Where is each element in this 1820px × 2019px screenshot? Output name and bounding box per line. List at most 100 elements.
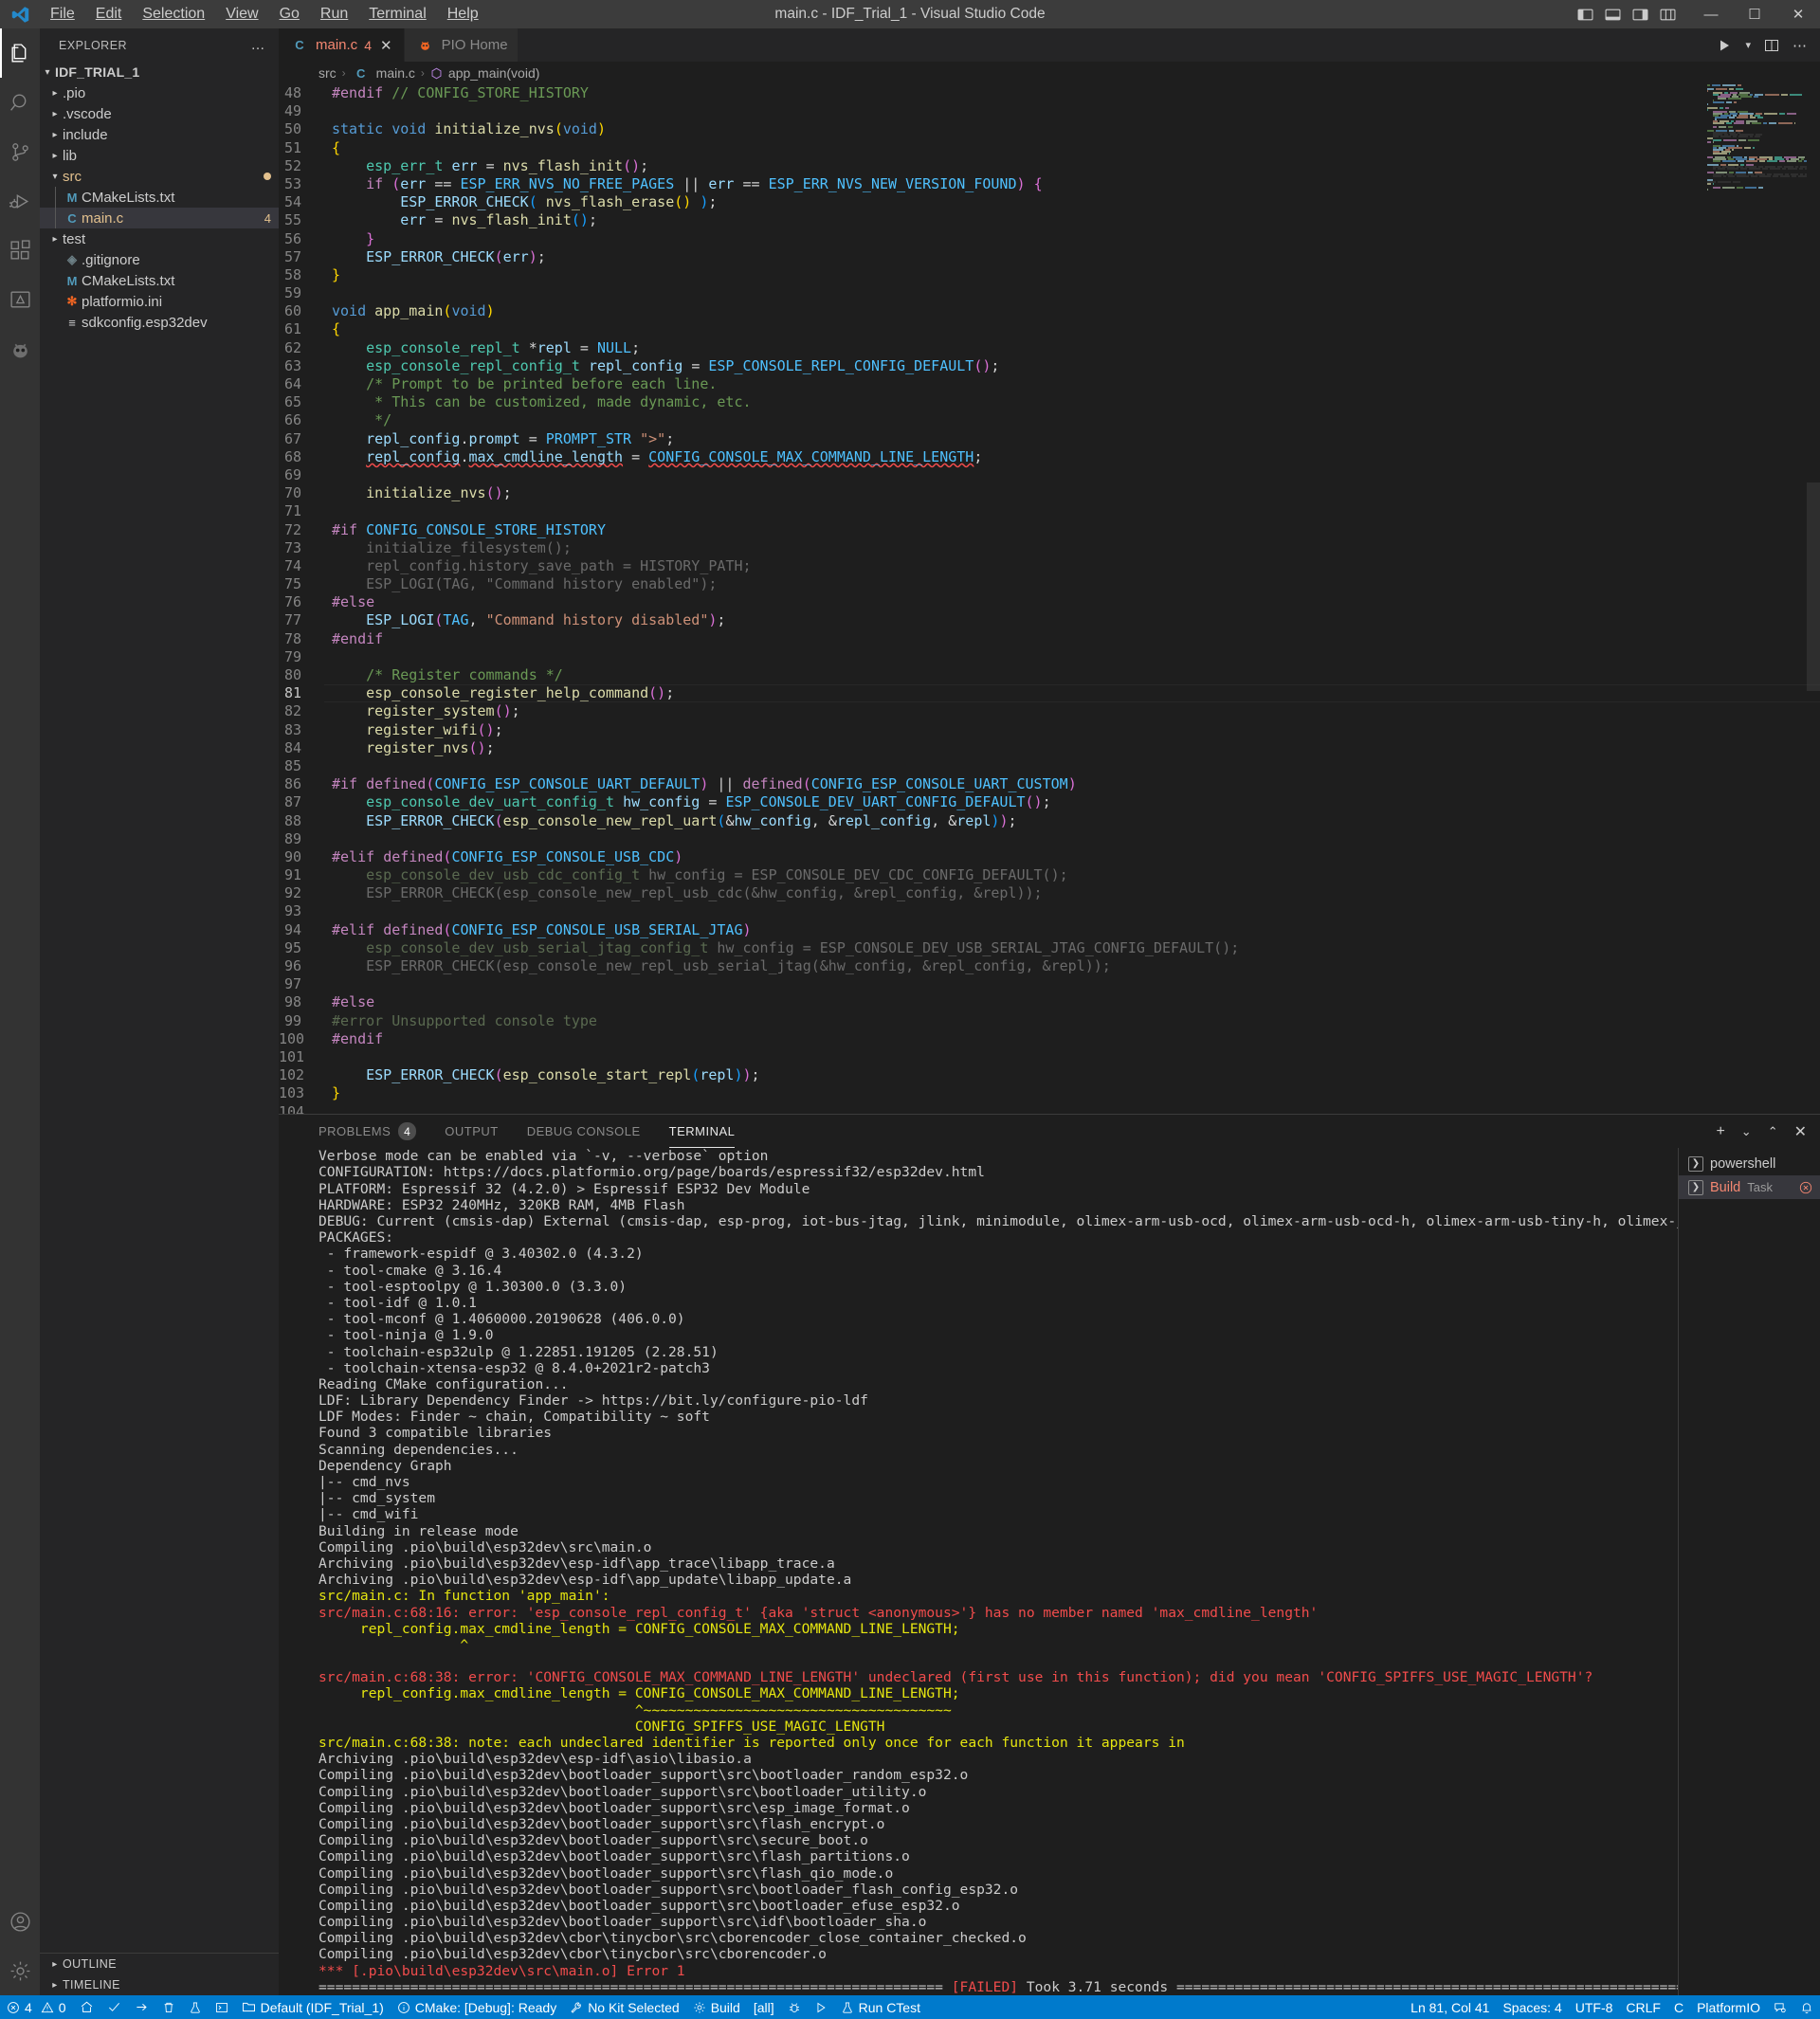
code-line[interactable]: 76 #else xyxy=(279,593,1820,611)
terminal-item-powershell[interactable]: ❯ powershell xyxy=(1679,1152,1820,1175)
chevron-down-icon[interactable]: ▾ xyxy=(1745,39,1751,51)
sidebar-section-outline[interactable]: ▸ OUTLINE xyxy=(40,1954,279,1974)
menu-run[interactable]: Run xyxy=(310,3,358,26)
tree-item-platformio-ini[interactable]: ✻ platformio.ini xyxy=(40,291,279,312)
activity-search[interactable] xyxy=(0,78,40,127)
line-content[interactable]: repl_config.prompt = PROMPT_STR ">"; xyxy=(324,430,1820,448)
line-content[interactable]: esp_console_dev_usb_serial_jtag_config_t… xyxy=(324,939,1820,957)
code-line[interactable]: 92 ESP_ERROR_CHECK(esp_console_new_repl_… xyxy=(279,884,1820,902)
tree-item-lib[interactable]: ▸ lib xyxy=(40,145,279,166)
line-content[interactable]: esp_err_t err = nvs_flash_init(); xyxy=(324,157,1820,175)
code-line[interactable]: 54 ESP_ERROR_CHECK( nvs_flash_erase() ); xyxy=(279,193,1820,211)
activity-accounts[interactable] xyxy=(0,1897,40,1946)
status-platformio[interactable]: PlatformIO xyxy=(1690,1995,1767,2019)
breadcrumb-main-c[interactable]: main.c xyxy=(376,65,415,81)
code-line[interactable]: 90 #elif defined(CONFIG_ESP_CONSOLE_USB_C… xyxy=(279,848,1820,866)
window-maximize-button[interactable]: ☐ xyxy=(1733,0,1776,28)
status-cmake-kit[interactable]: No Kit Selected xyxy=(563,1995,686,2019)
status-encoding[interactable]: UTF-8 xyxy=(1569,1995,1620,2019)
code-line[interactable]: 69 xyxy=(279,466,1820,484)
code-line[interactable]: 49 xyxy=(279,102,1820,120)
code-line[interactable]: 80 /* Register commands */ xyxy=(279,666,1820,684)
tree-item-src-main-c[interactable]: C main.c 4 xyxy=(40,208,279,228)
code-line[interactable]: 63 esp_console_repl_config_t repl_config… xyxy=(279,357,1820,375)
code-line[interactable]: 51 { xyxy=(279,139,1820,157)
run-code-icon[interactable] xyxy=(1717,38,1732,53)
status-pio-terminal[interactable] xyxy=(209,1995,235,2019)
tab-pio-home[interactable]: PIO Home xyxy=(404,28,519,62)
menu-edit[interactable]: Edit xyxy=(85,3,133,26)
line-content[interactable]: ESP_LOGI(TAG, "Command history disabled"… xyxy=(324,611,1820,629)
code-line[interactable]: 97 xyxy=(279,975,1820,993)
status-pio-home[interactable] xyxy=(73,1995,100,2019)
activity-testing[interactable] xyxy=(0,275,40,324)
status-pio-test[interactable] xyxy=(182,1995,209,2019)
menu-terminal[interactable]: Terminal xyxy=(358,3,436,26)
breadcrumb[interactable]: src › C main.c › app_main(void) xyxy=(279,62,1820,84)
split-editor-icon[interactable] xyxy=(1764,38,1779,53)
terminal-output[interactable]: Verbose mode can be enabled via `-v, --v… xyxy=(279,1148,1678,1995)
status-cmake-target[interactable]: [all] xyxy=(747,1995,781,2019)
code-line[interactable]: 86 #if defined(CONFIG_ESP_CONSOLE_UART_DE… xyxy=(279,775,1820,793)
line-content[interactable] xyxy=(324,830,1820,848)
line-content[interactable]: #if defined(CONFIG_ESP_CONSOLE_UART_DEFA… xyxy=(324,775,1820,793)
line-content[interactable]: ESP_ERROR_CHECK(esp_console_start_repl(r… xyxy=(324,1066,1820,1084)
line-content[interactable]: } xyxy=(324,1084,1820,1102)
sidebar-more-actions-button[interactable]: … xyxy=(246,37,272,53)
line-content[interactable]: ESP_ERROR_CHECK( nvs_flash_erase() ); xyxy=(324,193,1820,211)
customize-layout-icon[interactable] xyxy=(1660,7,1676,23)
status-pio-env[interactable]: Default (IDF_Trial_1) xyxy=(235,1995,391,2019)
line-content[interactable]: esp_console_dev_usb_cdc_config_t hw_conf… xyxy=(324,866,1820,884)
activity-platformio[interactable] xyxy=(0,324,40,373)
code-line[interactable]: 79 xyxy=(279,648,1820,666)
line-content[interactable]: /* Prompt to be printed before each line… xyxy=(324,375,1820,393)
line-content[interactable]: initialize_nvs(); xyxy=(324,484,1820,502)
line-content[interactable]: repl_config.history_save_path = HISTORY_… xyxy=(324,557,1820,575)
chevron-down-icon[interactable]: ⌄ xyxy=(1741,1124,1752,1139)
line-content[interactable]: ESP_LOGI(TAG, "Command history enabled")… xyxy=(324,575,1820,593)
terminal-item-build-task[interactable]: ❯ Build Task xyxy=(1679,1175,1820,1200)
code-line[interactable]: 88 ESP_ERROR_CHECK(esp_console_new_repl_… xyxy=(279,812,1820,830)
code-line[interactable]: 84 register_nvs(); xyxy=(279,739,1820,757)
line-content[interactable] xyxy=(324,1048,1820,1066)
line-content[interactable]: { xyxy=(324,139,1820,157)
line-content[interactable]: #else xyxy=(324,593,1820,611)
minimap[interactable] xyxy=(1704,84,1808,1114)
code-line[interactable]: 99 #error Unsupported console type xyxy=(279,1012,1820,1030)
line-content[interactable] xyxy=(324,975,1820,993)
menu-file[interactable]: File xyxy=(40,3,85,26)
code-line[interactable]: 95 esp_console_dev_usb_serial_jtag_confi… xyxy=(279,939,1820,957)
tree-item-gitignore[interactable]: ◈ .gitignore xyxy=(40,249,279,270)
line-content[interactable]: if (err == ESP_ERR_NVS_NO_FREE_PAGES || … xyxy=(324,175,1820,193)
code-line[interactable]: 104 xyxy=(279,1103,1820,1115)
code-line[interactable]: 100 #endif xyxy=(279,1030,1820,1048)
status-cmake-status[interactable]: CMake: [Debug]: Ready xyxy=(391,1995,563,2019)
code-line[interactable]: 52 esp_err_t err = nvs_flash_init(); xyxy=(279,157,1820,175)
line-content[interactable]: register_system(); xyxy=(324,702,1820,720)
status-cmake-build[interactable]: Build xyxy=(686,1995,747,2019)
breadcrumb-symbol[interactable]: app_main(void) xyxy=(448,65,540,81)
toggle-panel-icon[interactable] xyxy=(1605,7,1621,23)
tree-item-pio[interactable]: ▸ .pio xyxy=(40,82,279,103)
line-content[interactable]: #elif defined(CONFIG_ESP_CONSOLE_USB_SER… xyxy=(324,921,1820,939)
line-content[interactable]: ESP_ERROR_CHECK(esp_console_new_repl_uar… xyxy=(324,812,1820,830)
line-content[interactable]: esp_console_register_help_command(); xyxy=(324,684,1820,702)
tree-item-test[interactable]: ▸ test xyxy=(40,228,279,249)
code-line[interactable]: 93 xyxy=(279,902,1820,920)
activity-settings[interactable] xyxy=(0,1946,40,1995)
code-line[interactable]: 68 repl_config.max_cmdline_length = CONF… xyxy=(279,448,1820,466)
file-tree[interactable]: ▾ IDF_TRIAL_1 ▸ .pio ▸ .vscode ▸ include… xyxy=(40,62,279,1953)
line-content[interactable]: err = nvs_flash_init(); xyxy=(324,211,1820,229)
code-line[interactable]: 65 * This can be customized, made dynami… xyxy=(279,393,1820,411)
activity-explorer[interactable] xyxy=(0,28,40,78)
code-line[interactable]: 57 ESP_ERROR_CHECK(err); xyxy=(279,248,1820,266)
tree-item-include[interactable]: ▸ include xyxy=(40,124,279,145)
maximize-panel-icon[interactable]: ⌃ xyxy=(1768,1124,1778,1139)
code-line[interactable]: 74 repl_config.history_save_path = HISTO… xyxy=(279,557,1820,575)
line-content[interactable]: esp_console_repl_config_t repl_config = … xyxy=(324,357,1820,375)
code-lines[interactable]: 48 #endif // CONFIG_STORE_HISTORY 49 50 stat… xyxy=(279,84,1820,1114)
line-content[interactable]: ESP_ERROR_CHECK(esp_console_new_repl_usb… xyxy=(324,884,1820,902)
tree-item-sdkconfig[interactable]: ≡ sdkconfig.esp32dev xyxy=(40,312,279,333)
line-content[interactable]: register_wifi(); xyxy=(324,721,1820,739)
code-line[interactable]: 50 static void initialize_nvs(void) xyxy=(279,120,1820,138)
